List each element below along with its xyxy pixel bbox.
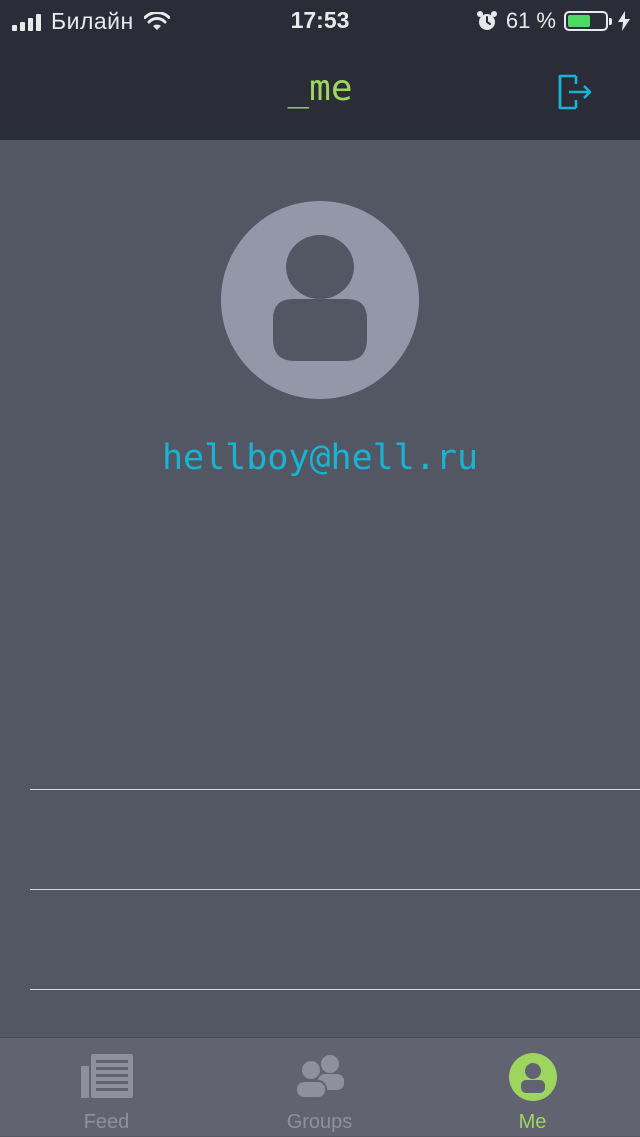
user-placeholder-icon: [273, 235, 367, 361]
tab-bar: Feed Groups Me: [0, 1037, 640, 1136]
tab-feed[interactable]: Feed: [0, 1038, 213, 1137]
row-divider: [30, 889, 640, 890]
alarm-icon: [476, 11, 497, 30]
tab-feed-label: Feed: [83, 1111, 130, 1133]
battery-level: [568, 15, 590, 27]
feed-icon: [80, 1054, 133, 1098]
nav-bar: _me: [0, 40, 640, 140]
list-row[interactable]: [0, 890, 640, 989]
right-status-group: 61 %: [476, 8, 630, 34]
row-divider: [30, 789, 640, 790]
battery-icon: [564, 11, 612, 31]
charging-icon: [618, 11, 630, 31]
battery-percent: 61 %: [505, 8, 556, 33]
me-icon: [508, 1053, 557, 1101]
avatar[interactable]: [221, 201, 419, 399]
groups-icon: [294, 1055, 344, 1098]
tab-groups-label: Groups: [286, 1111, 353, 1133]
row-divider: [30, 989, 640, 990]
user-email: hellboy@hell.ru: [161, 438, 479, 478]
tab-me-label: Me: [518, 1111, 547, 1133]
page-title: _me: [287, 68, 353, 109]
logout-button[interactable]: [552, 70, 594, 112]
tab-groups[interactable]: Groups: [213, 1038, 426, 1137]
status-bar: Билайн 17:53 61 %: [0, 0, 640, 40]
list-row[interactable]: [0, 790, 640, 889]
logout-icon: [558, 74, 592, 110]
tab-me[interactable]: Me: [426, 1038, 639, 1137]
